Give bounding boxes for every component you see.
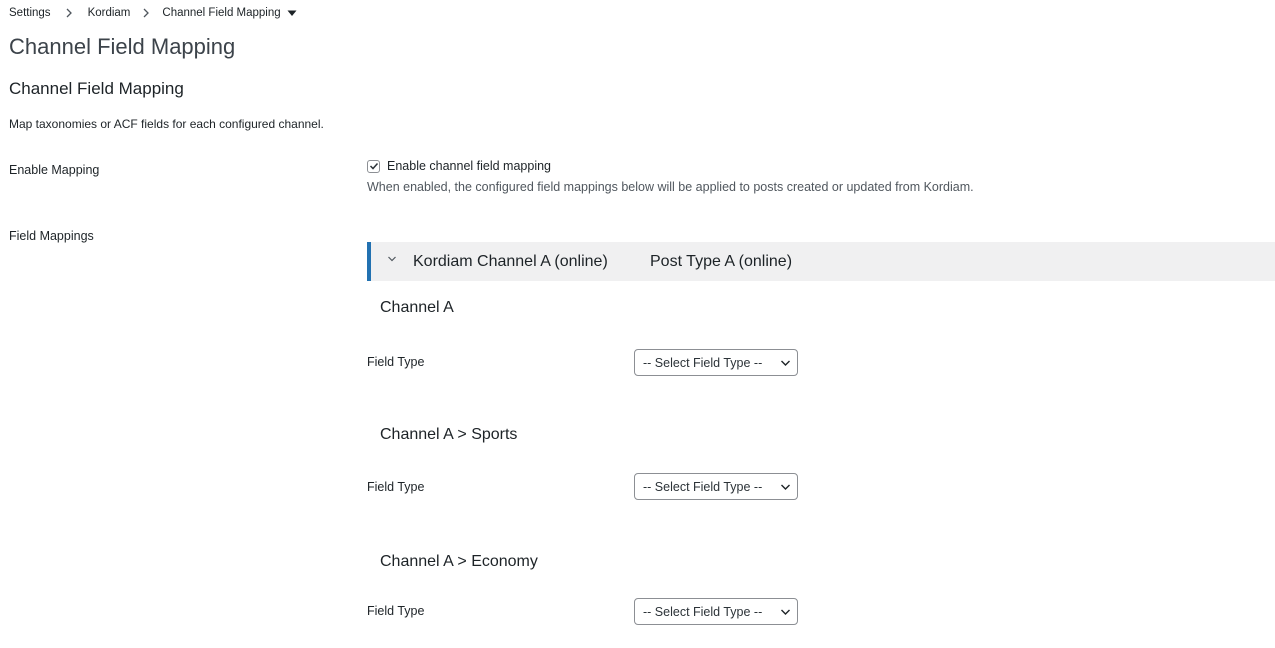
checkmark-icon — [369, 162, 378, 170]
enable-mapping-checkbox[interactable] — [367, 159, 380, 173]
breadcrumb-settings[interactable]: Settings — [9, 7, 51, 19]
enable-mapping-label: Enable Mapping — [9, 163, 100, 177]
breadcrumb-channel-field-mapping: Channel Field Mapping — [162, 7, 281, 19]
chevron-down-icon — [781, 609, 790, 615]
section-description: Map taxonomies or ACF fields for each co… — [9, 117, 324, 131]
field-type-select-value: -- Select Field Type -- — [643, 479, 763, 494]
channel-heading: Channel A — [380, 299, 454, 316]
field-type-select[interactable]: -- Select Field Type -- — [634, 473, 798, 500]
accordion-post-type: Post Type A (online) — [650, 252, 793, 270]
enable-mapping-help-text: When enabled, the configured field mappi… — [367, 180, 974, 194]
chevron-right-icon — [51, 8, 88, 18]
chevron-down-icon — [781, 360, 790, 366]
enable-mapping-control[interactable]: Enable channel field mapping — [367, 159, 551, 173]
accordion-channel-name: Kordiam Channel A (online) — [413, 252, 608, 270]
page-title: Channel Field Mapping — [9, 34, 236, 59]
channel-accordion-header[interactable]: Kordiam Channel A (online) Post Type A (… — [367, 242, 1275, 281]
field-type-label: Field Type — [367, 604, 425, 618]
enable-mapping-checkbox-label: Enable channel field mapping — [387, 159, 552, 173]
chevron-down-icon — [781, 484, 790, 490]
caret-down-icon — [287, 10, 297, 17]
field-type-select-value: -- Select Field Type -- — [643, 604, 763, 619]
breadcrumb: Settings Kordiam Channel Field Mapping — [9, 5, 297, 21]
field-mappings-label: Field Mappings — [9, 229, 94, 243]
field-type-select[interactable]: -- Select Field Type -- — [634, 349, 798, 376]
section-title: Channel Field Mapping — [9, 79, 184, 98]
chevron-down-icon — [388, 256, 396, 262]
channel-heading: Channel A > Sports — [380, 426, 518, 443]
field-type-label: Field Type — [367, 355, 425, 369]
field-type-select[interactable]: -- Select Field Type -- — [634, 598, 798, 625]
breadcrumb-kordiam[interactable]: Kordiam — [88, 7, 131, 19]
breadcrumb-current-dropdown[interactable]: Channel Field Mapping — [162, 7, 297, 19]
channel-heading: Channel A > Economy — [380, 553, 538, 570]
chevron-right-icon — [130, 8, 162, 18]
field-type-label: Field Type — [367, 480, 425, 494]
field-type-select-value: -- Select Field Type -- — [643, 355, 763, 370]
